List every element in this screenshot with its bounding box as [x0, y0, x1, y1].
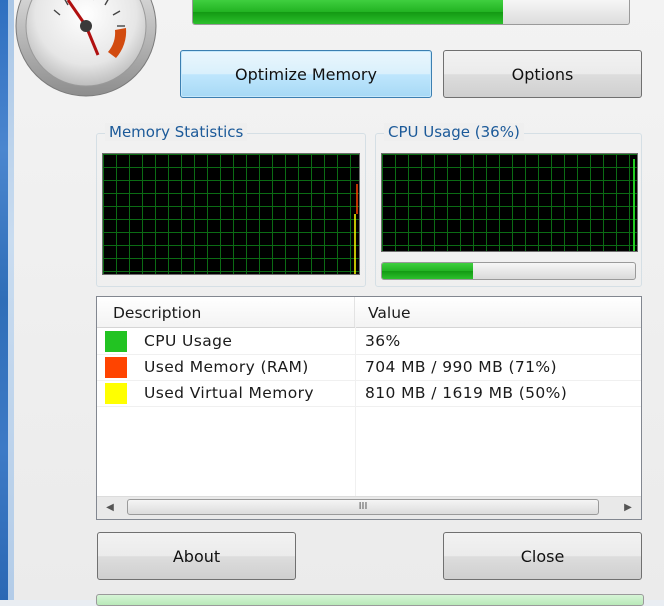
options-button[interactable]: Options [443, 50, 642, 98]
close-button[interactable]: Close [443, 532, 642, 580]
optimize-memory-label: Optimize Memory [235, 64, 377, 84]
optimize-memory-button[interactable]: Optimize Memory [180, 50, 432, 98]
scroll-right-icon[interactable]: ▶ [619, 499, 637, 517]
ram-color-swatch [105, 357, 127, 378]
scroll-grip-icon: III [358, 501, 368, 512]
table-row[interactable]: Used Memory (RAM) 704 MB / 990 MB (71%) [97, 354, 641, 381]
row-description: CPU Usage [144, 332, 233, 350]
statistics-table[interactable]: Description Value CPU Usage 36% Used Mem… [96, 296, 642, 520]
close-label: Close [520, 546, 565, 566]
column-header-description[interactable]: Description [97, 297, 355, 327]
memory-progress-fill [193, 0, 503, 24]
memory-statistics-title: Memory Statistics [105, 123, 248, 141]
row-value: 810 MB / 1619 MB (50%) [365, 384, 568, 402]
options-label: Options [511, 64, 574, 84]
row-description: Used Virtual Memory [144, 384, 314, 402]
row-description: Used Memory (RAM) [144, 358, 309, 376]
column-header-value[interactable]: Value [355, 297, 641, 327]
cpu-progress-fill [382, 263, 474, 279]
about-button[interactable]: About [97, 532, 296, 580]
speedometer-icon [14, 0, 158, 98]
memory-history-graph [102, 153, 360, 275]
virtual-memory-color-swatch [105, 383, 127, 404]
window-frame-edge [0, 0, 8, 600]
status-progress-bar [96, 594, 644, 606]
memory-progress-bar [192, 0, 630, 25]
scroll-thumb[interactable]: III [127, 499, 599, 515]
scroll-left-icon[interactable]: ◀ [101, 499, 119, 517]
about-label: About [172, 546, 221, 566]
cpu-history-graph [381, 153, 638, 252]
horizontal-scrollbar[interactable]: ◀ III ▶ [97, 496, 641, 519]
cpu-color-swatch [105, 331, 127, 352]
table-row[interactable]: CPU Usage 36% [97, 328, 641, 355]
row-value: 704 MB / 990 MB (71%) [365, 358, 557, 376]
cpu-progress-bar [381, 262, 636, 280]
row-value: 36% [365, 332, 401, 350]
table-header: Description Value [97, 297, 641, 328]
cpu-usage-title: CPU Usage (36%) [384, 123, 524, 141]
table-row[interactable]: Used Virtual Memory 810 MB / 1619 MB (50… [97, 380, 641, 407]
